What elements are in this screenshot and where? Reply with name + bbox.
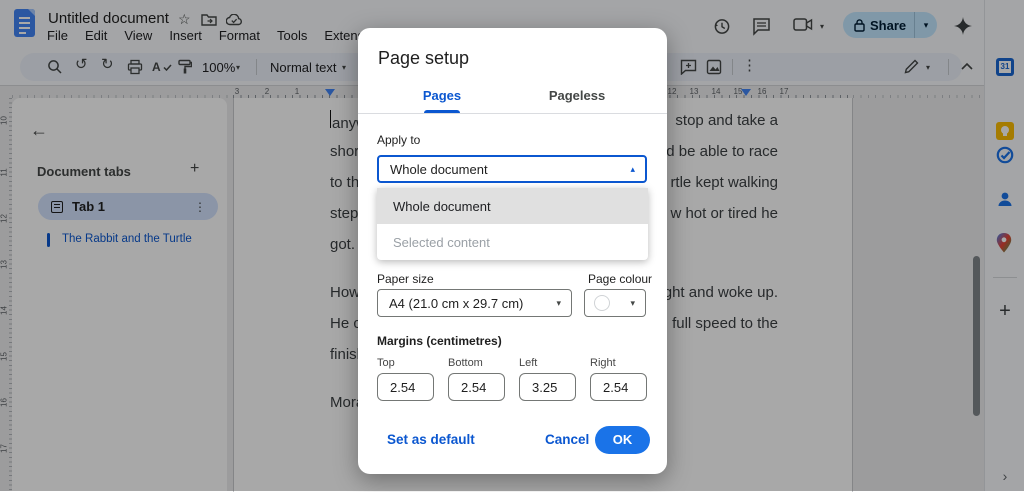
page-setup-dialog: Page setup Pages Pageless Apply to Whole… (358, 28, 667, 474)
caret-down-icon: ▾ (630, 298, 635, 309)
margin-right-label: Right (590, 357, 616, 369)
paper-size-label: Paper size (377, 272, 434, 286)
margin-left-label: Left (519, 357, 537, 369)
option-selected-content[interactable]: Selected content (377, 224, 648, 260)
margin-bottom-input[interactable] (448, 373, 505, 401)
apply-to-select[interactable]: Whole document ▴ (377, 155, 647, 183)
apply-to-dropdown-menu: Whole document Selected content (377, 188, 648, 260)
page-colour-swatch (594, 295, 610, 311)
margin-right-input[interactable] (590, 373, 647, 401)
caret-down-icon: ▾ (556, 298, 561, 309)
margin-left-input[interactable] (519, 373, 576, 401)
page-colour-label: Page colour (588, 272, 652, 286)
margins-label: Margins (centimetres) (377, 334, 502, 348)
dialog-title: Page setup (378, 48, 469, 69)
caret-up-icon: ▴ (630, 164, 635, 175)
tab-pages[interactable]: Pages (402, 88, 482, 103)
set-as-default-button[interactable]: Set as default (387, 426, 475, 454)
margin-top-input[interactable] (377, 373, 434, 401)
ok-button[interactable]: OK (595, 426, 650, 454)
paper-size-select[interactable]: A4 (21.0 cm x 29.7 cm) ▾ (377, 289, 572, 317)
page-colour-select[interactable]: ▾ (584, 289, 646, 317)
margin-top-label: Top (377, 357, 395, 369)
option-whole-document[interactable]: Whole document (377, 188, 648, 224)
tabs-divider (358, 113, 667, 114)
margin-bottom-label: Bottom (448, 357, 483, 369)
apply-to-label: Apply to (377, 133, 420, 147)
tab-pageless[interactable]: Pageless (537, 88, 617, 103)
cancel-button[interactable]: Cancel (545, 426, 589, 454)
